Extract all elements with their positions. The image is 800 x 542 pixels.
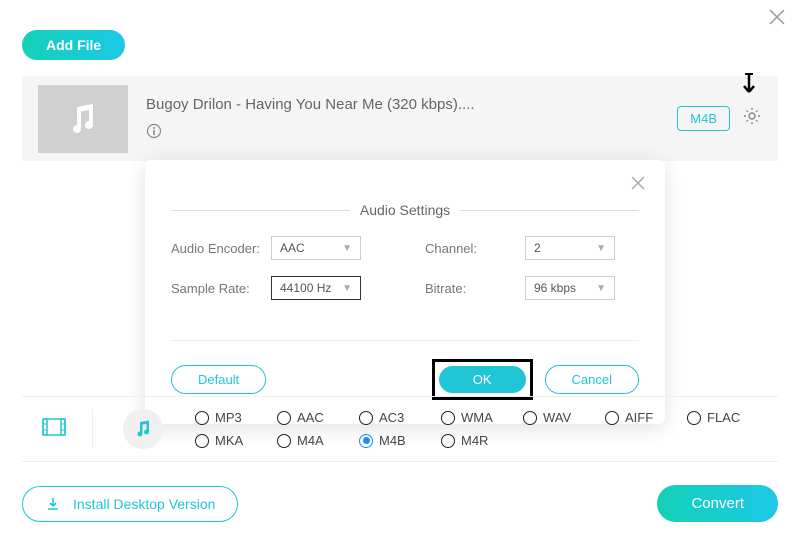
format-radio-m4b[interactable]: M4B [359, 433, 441, 448]
audio-settings-dialog: Audio Settings Audio Encoder: AAC▼ Chann… [145, 160, 665, 424]
bitrate-label: Bitrate: [425, 281, 525, 296]
chevron-down-icon: ▼ [596, 283, 606, 294]
format-selector-bar: MP3AACAC3WMAWAVAIFFFLAC MKAM4AM4BM4R [22, 396, 778, 462]
arrow-annotation-icon [740, 72, 758, 107]
ok-button[interactable]: OK [439, 366, 526, 393]
install-desktop-button[interactable]: Install Desktop Version [22, 486, 238, 522]
convert-button[interactable]: Convert [657, 485, 778, 522]
format-radio-wma[interactable]: WMA [441, 410, 523, 425]
samplerate-label: Sample Rate: [171, 281, 271, 296]
chevron-down-icon: ▼ [596, 243, 606, 254]
gear-icon[interactable] [742, 106, 762, 131]
bitrate-select[interactable]: 96 kbps▼ [525, 276, 615, 300]
channel-select[interactable]: 2▼ [525, 236, 615, 260]
audio-tab-icon[interactable] [105, 409, 181, 449]
file-thumbnail [38, 85, 128, 153]
format-radio-aiff[interactable]: AIFF [605, 410, 687, 425]
encoder-label: Audio Encoder: [171, 241, 271, 256]
format-radio-mka[interactable]: MKA [195, 433, 277, 448]
format-radio-m4r[interactable]: M4R [441, 433, 523, 448]
default-button[interactable]: Default [171, 365, 266, 394]
format-radio-ac3[interactable]: AC3 [359, 410, 441, 425]
cancel-button[interactable]: Cancel [545, 365, 639, 394]
close-icon[interactable] [768, 8, 786, 32]
samplerate-select[interactable]: 44100 Hz▼ [271, 276, 361, 300]
dialog-close-icon[interactable] [629, 174, 647, 197]
chevron-down-icon: ▼ [342, 283, 352, 294]
info-icon[interactable] [146, 123, 677, 142]
format-radio-m4a[interactable]: M4A [277, 433, 359, 448]
video-tab-icon[interactable] [22, 413, 86, 446]
format-badge[interactable]: M4B [677, 106, 730, 131]
music-note-icon [63, 99, 103, 139]
file-title: Bugoy Drilon - Having You Near Me (320 k… [146, 96, 677, 113]
format-radio-mp3[interactable]: MP3 [195, 410, 277, 425]
encoder-select[interactable]: AAC▼ [271, 236, 361, 260]
chevron-down-icon: ▼ [342, 243, 352, 254]
add-file-button[interactable]: Add File [22, 30, 125, 60]
channel-label: Channel: [425, 241, 525, 256]
format-radio-flac[interactable]: FLAC [687, 410, 769, 425]
file-row: Bugoy Drilon - Having You Near Me (320 k… [22, 76, 778, 161]
format-radio-wav[interactable]: WAV [523, 410, 605, 425]
download-icon [45, 496, 61, 512]
ok-highlight-annotation: OK [432, 359, 533, 400]
format-radio-aac[interactable]: AAC [277, 410, 359, 425]
dialog-title: Audio Settings [360, 202, 450, 218]
